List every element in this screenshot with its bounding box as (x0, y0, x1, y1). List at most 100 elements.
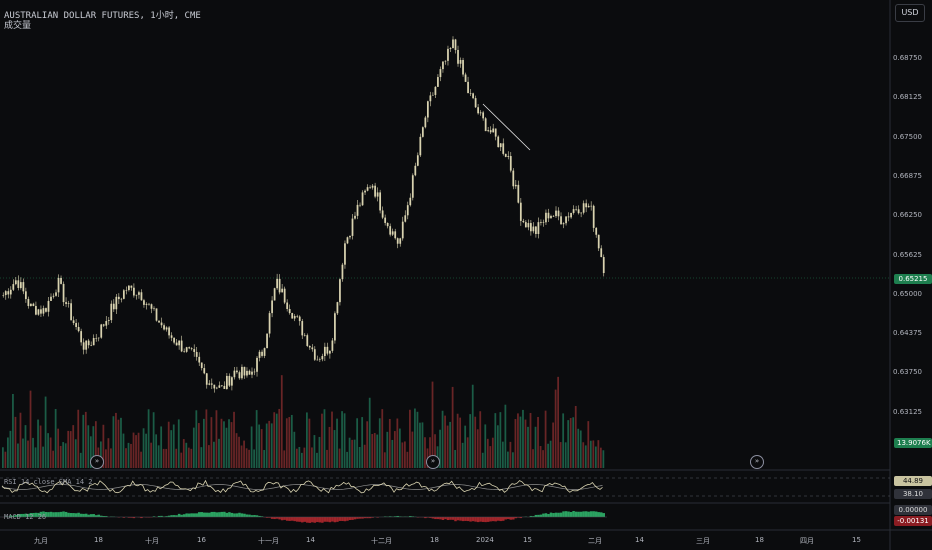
macd-histogram-bar (280, 517, 284, 521)
volume-bar (47, 433, 49, 468)
volume-bar (554, 389, 557, 468)
macd-histogram-bar (439, 517, 442, 520)
volume-bar (167, 421, 170, 468)
volume-bar (419, 422, 421, 468)
candle-body (540, 222, 542, 223)
volume-bar (265, 423, 268, 468)
volume-bar (218, 438, 220, 468)
price-chart[interactable] (0, 0, 932, 550)
volume-bar (52, 450, 55, 468)
volume-bar (275, 413, 278, 468)
candle-body (532, 226, 535, 232)
volume-bar (537, 416, 539, 468)
macd-histogram-bar (49, 511, 53, 517)
macd-histogram-bar (77, 512, 80, 517)
rsi-label: RSI 14 close SMA 14 2 (4, 478, 93, 486)
volume-bar (338, 448, 341, 468)
volume-bar (484, 424, 487, 468)
candle-body (47, 300, 50, 312)
candle-body (52, 295, 55, 297)
volume-bar (371, 434, 374, 468)
candle-body (208, 383, 211, 385)
macd-histogram-bar (346, 517, 349, 521)
volume-bar (122, 433, 125, 468)
candle-body (331, 340, 334, 351)
volume-bar (170, 430, 173, 468)
volume-bar (356, 418, 359, 468)
volume-bar (7, 437, 9, 468)
macd-histogram-bar (486, 517, 490, 522)
volume-bar (67, 430, 70, 468)
macd-histogram-bar (504, 517, 508, 520)
candle-body (165, 327, 168, 330)
volume-bar (203, 418, 205, 468)
macd-histogram-bar (343, 517, 347, 522)
macd-histogram-bar (89, 514, 93, 517)
volume-bar (288, 417, 291, 468)
candle-body (120, 298, 123, 300)
macd-histogram-bar (94, 515, 98, 517)
volume-bar (416, 411, 419, 468)
candle-body (153, 308, 155, 310)
candle-body (251, 371, 253, 375)
volume-bar (496, 425, 499, 468)
volume-bar (182, 439, 185, 468)
candle-body (190, 348, 193, 350)
macd-histogram-bar (333, 517, 337, 523)
candle-body (296, 315, 299, 317)
macd-histogram-bar (59, 511, 63, 517)
macd-histogram-bar (444, 517, 447, 520)
navigate-event-icon[interactable]: » (750, 455, 764, 469)
volume-bar (388, 418, 391, 468)
volume-bar (353, 439, 356, 468)
candle-body (228, 375, 231, 386)
volume-bar (363, 444, 366, 468)
volume-bar (491, 437, 494, 468)
candle-body (419, 136, 422, 156)
volume-bar (42, 446, 44, 468)
candle-body (32, 303, 35, 307)
volume-bar (466, 437, 469, 468)
candle-body (339, 279, 341, 303)
volume-bar (441, 410, 444, 468)
volume-bar (69, 431, 72, 468)
candle-body (318, 359, 321, 360)
candle-body (95, 337, 98, 339)
candle-body (283, 288, 286, 303)
volume-bar (368, 397, 371, 468)
macd-histogram-bar (278, 517, 281, 520)
macd-histogram-bar (57, 512, 60, 517)
volume-bar (406, 451, 409, 468)
candle-body (168, 327, 170, 336)
candle-body (545, 212, 547, 223)
candle-body (477, 107, 479, 114)
macd-histogram-bar (569, 512, 573, 517)
candle-body (351, 218, 354, 236)
macd-histogram-bar (295, 517, 299, 522)
macd-histogram-bar (240, 513, 244, 517)
volume-bar (32, 437, 34, 468)
macd-histogram-bar (285, 517, 289, 521)
macd-histogram-bar (79, 513, 83, 517)
time-axis-label: 十月 (145, 537, 159, 545)
navigate-event-icon[interactable]: » (90, 455, 104, 469)
candle-body (562, 223, 565, 225)
volume-bar (79, 452, 82, 468)
candle-body (349, 235, 351, 238)
macd-histogram-bar (451, 517, 455, 520)
macd-histogram-bar (537, 514, 540, 517)
volume-bar (253, 449, 256, 468)
candle-body (449, 47, 452, 49)
macd-histogram-bar (547, 513, 550, 517)
volume-bar (165, 448, 168, 468)
volume-bar (597, 440, 600, 468)
navigate-event-icon[interactable]: » (426, 455, 440, 469)
volume-bar (150, 442, 152, 468)
macd-histogram-bar (238, 512, 241, 517)
candle-body (494, 128, 497, 137)
candle-body (507, 156, 510, 157)
time-axis-label: 15 (523, 536, 532, 544)
volume-bar (358, 446, 361, 468)
volume-bar (180, 452, 183, 468)
volume-bar (185, 442, 188, 468)
